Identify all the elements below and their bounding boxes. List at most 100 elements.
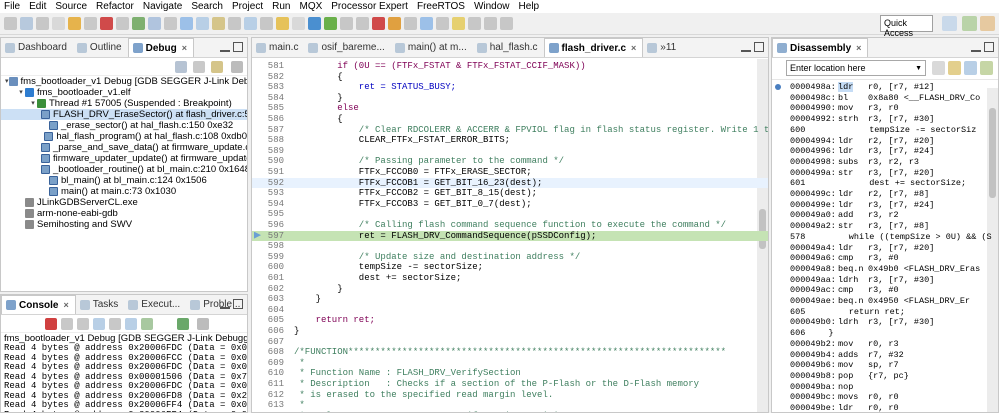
code-line[interactable]: 592 FTFx_FCCOB1 = GET_BIT_16_23(dest); [252, 177, 768, 188]
close-icon[interactable]: × [856, 43, 861, 53]
menu-window[interactable]: Window [474, 0, 510, 13]
quick-access-input[interactable]: Quick Access [880, 15, 933, 38]
step-icon[interactable] [164, 17, 177, 30]
menu-search[interactable]: Search [191, 0, 223, 13]
target-icon[interactable] [372, 17, 385, 30]
disassembly-row[interactable]: 000049ac: cmp r3, #0 [772, 285, 998, 295]
menu-run[interactable]: Run [272, 0, 290, 13]
disassembly-row[interactable]: 000049ba: nop [772, 382, 998, 392]
code-line[interactable]: 583 ret = STATUS_BUSY; [252, 82, 768, 92]
refactor-icon[interactable] [388, 17, 401, 30]
clear-console-icon[interactable] [77, 318, 89, 330]
code-line[interactable]: 609 * [252, 358, 768, 368]
menu-refactor[interactable]: Refactor [96, 0, 134, 13]
refresh-icon[interactable] [932, 61, 945, 75]
history-icon[interactable] [452, 17, 465, 30]
save-all-icon[interactable] [36, 17, 49, 30]
run-icon[interactable] [132, 17, 145, 30]
print-icon[interactable] [52, 17, 65, 30]
close-icon[interactable]: × [631, 43, 636, 53]
prev-annotation-icon[interactable] [436, 17, 449, 30]
code-line[interactable]: 611 * Description : Checks if a section … [252, 379, 768, 389]
open-perspective-icon[interactable] [942, 16, 957, 31]
run-icon[interactable] [324, 17, 337, 30]
code-line[interactable]: 587 /* Clear RDCOLERR & ACCERR & FPVIOL … [252, 125, 768, 135]
link-with-editor-icon[interactable] [964, 61, 977, 75]
step-into-icon[interactable] [196, 17, 209, 30]
disassembly-row[interactable]: 0000498a: ldr r0, [r7, #12] [772, 82, 998, 92]
disassembly-row[interactable]: 00004990: mov r3, r0 [772, 103, 998, 113]
code-line[interactable]: 613 * [252, 400, 768, 410]
stack-frame-item[interactable]: _parse_and_save_data() at firmware_updat… [1, 142, 247, 153]
external-tools-icon[interactable] [340, 17, 353, 30]
maximize-icon[interactable] [754, 42, 764, 52]
minimize-icon[interactable] [220, 42, 230, 52]
stack-frame-item[interactable]: FLASH_DRV_EraseSector() at flash_driver.… [1, 109, 247, 120]
chevron-down-icon[interactable]: ▾ [17, 87, 25, 98]
disassembly-row[interactable]: 000049a4: ldr r3, [r7, #20] [772, 243, 998, 253]
stack-frame-item[interactable]: main() at main.c:73 0x1030 [1, 186, 247, 197]
code-line[interactable]: 607 [252, 337, 768, 347]
close-icon[interactable]: × [63, 300, 68, 310]
code-line[interactable]: 591 FTFx_FCCOB0 = FTFx_ERASE_SECTOR; [252, 167, 768, 177]
disassembly-listing[interactable]: 0000498a: ldr r0, [r7, #12] 0000498c: bl 0x8a… [772, 80, 998, 412]
chevron-down-icon[interactable]: ▾ [5, 76, 9, 87]
current-instruction-line[interactable]: 597 ret = FLASH_DRV_CommandSequence(pSSD… [252, 230, 768, 241]
step-return-icon[interactable] [228, 17, 241, 30]
code-line[interactable]: 590 /* Passing parameter to the command … [252, 156, 768, 166]
menu-processor-expert[interactable]: Processor Expert [331, 0, 408, 13]
disassembly-row[interactable]: 000049b2: mov r0, r3 [772, 339, 998, 349]
minimize-icon[interactable] [741, 42, 751, 52]
code-line[interactable]: 601 dest += sectorSize; [252, 273, 768, 283]
minimize-icon[interactable] [220, 299, 230, 309]
disassembly-row[interactable]: 0000498c: bl 0x8a80 <__FLASH_DRV_Co [772, 93, 998, 103]
debug-perspective-icon[interactable] [962, 16, 977, 31]
code-line[interactable]: 581 if (0U == (FTFx_FSTAT & FTFx_FSTAT_C… [252, 61, 768, 71]
close-icon[interactable]: × [182, 43, 187, 53]
maximize-icon[interactable] [984, 42, 994, 52]
menu-edit[interactable]: Edit [29, 0, 46, 13]
code-line[interactable]: 584 } [252, 93, 768, 103]
stop-icon[interactable] [100, 17, 113, 30]
code-line[interactable]: 586 { [252, 114, 768, 124]
open-folder-icon[interactable] [68, 17, 81, 30]
code-line[interactable]: 606} [252, 326, 768, 336]
code-editor[interactable]: 581 if (0U == (FTFx_FSTAT & FTFx_FSTAT_C… [252, 59, 768, 412]
instruction-step-icon[interactable] [244, 17, 257, 30]
disassembly-row[interactable]: 000049a8: beq.n 0x49b0 <FLASH_DRV_Eras [772, 264, 998, 274]
code-line[interactable]: 604 [252, 305, 768, 315]
debug-settings-icon[interactable] [148, 17, 161, 30]
disassembly-row[interactable]: 000049bc: movs r0, r0 [772, 392, 998, 402]
home-icon[interactable] [948, 61, 961, 75]
disassembly-row[interactable]: 0000499c: ldr r2, [r7, #8] [772, 189, 998, 199]
tree-item[interactable]: ▾ fms_bootloader_v1.elf [1, 87, 247, 98]
tree-item[interactable]: ▾ fms_bootloader_v1 Debug [GDB SEGGER J-L… [1, 76, 247, 87]
menu-project[interactable]: Project [232, 0, 263, 13]
minimize-icon[interactable] [971, 42, 981, 52]
tab-debug[interactable]: Debug × [127, 38, 194, 57]
cut-icon[interactable] [84, 17, 97, 30]
maximize-icon[interactable] [233, 42, 243, 52]
open-console-icon[interactable] [177, 318, 189, 330]
menu-freertos[interactable]: FreeRTOS [417, 0, 465, 13]
disassembly-row[interactable]: 000049b4: adds r7, #32 [772, 350, 998, 360]
code-line[interactable]: 595 [252, 209, 768, 219]
chevron-down-icon[interactable]: ▾ [29, 98, 37, 109]
disassembly-row[interactable]: 00004998: subs r3, r2, r3 [772, 157, 998, 167]
disassembly-row[interactable]: 000049be: ldr r0, r0 [772, 403, 998, 412]
search-icon[interactable] [356, 17, 369, 30]
disassembly-row[interactable]: 000049a6: cmp r3, #0 [772, 253, 998, 263]
display-console-icon[interactable] [141, 318, 153, 330]
drop-frame-icon[interactable] [260, 17, 273, 30]
code-line[interactable]: 585 else [252, 103, 768, 113]
disassembly-row[interactable]: 000049a0: add r3, r2 [772, 210, 998, 220]
build-icon[interactable] [116, 17, 129, 30]
code-line[interactable]: 589 [252, 146, 768, 156]
show-source-icon[interactable] [980, 61, 993, 75]
code-line[interactable]: 588 CLEAR_FTFx_FSTAT_ERROR_BITS; [252, 135, 768, 145]
c-perspective-icon[interactable] [980, 16, 995, 31]
disassembly-row[interactable]: 000049b0: ldrh r3, [r7, #30] [772, 317, 998, 327]
back-icon[interactable] [468, 17, 481, 30]
resume-icon[interactable] [180, 17, 193, 30]
location-input[interactable]: Enter location here ▼ [786, 60, 926, 76]
